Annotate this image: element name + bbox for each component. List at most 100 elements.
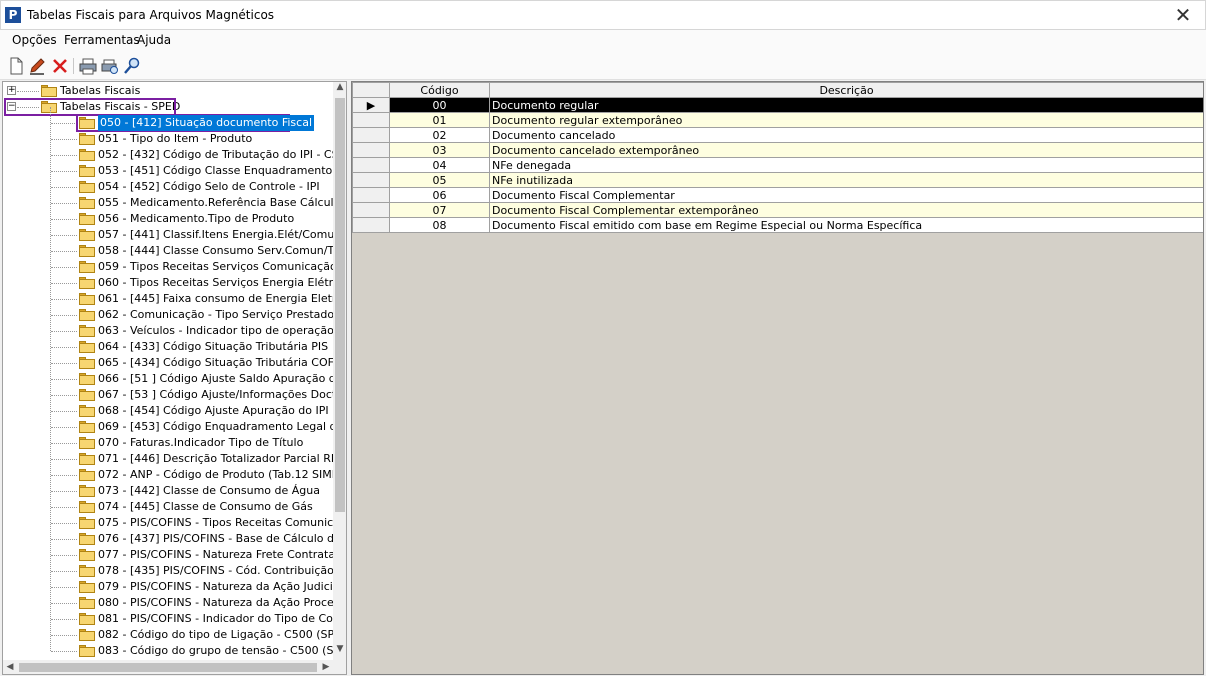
folder-icon <box>79 309 95 321</box>
cell-descricao[interactable]: Documento regular <box>489 97 1203 113</box>
print-preview-icon[interactable] <box>100 57 120 75</box>
folder-icon-body <box>79 247 95 257</box>
tree-item[interactable]: 066 - [51 ] Código Ajuste Saldo Apuração… <box>98 371 333 387</box>
folder-icon-body <box>79 343 95 353</box>
tree-item[interactable]: 074 - [445] Classe de Consumo de Gás <box>98 499 313 515</box>
tree-item[interactable]: 077 - PIS/COFINS - Natureza Frete Contra… <box>98 547 333 563</box>
menu-opcoes[interactable]: Opções <box>12 33 57 47</box>
cell-codigo[interactable]: 06 <box>389 187 490 203</box>
search-icon[interactable] <box>122 57 142 75</box>
tree-item[interactable]: 056 - Medicamento.Tipo de Produto <box>98 211 294 227</box>
tree-connector <box>51 251 77 252</box>
table-row[interactable]: 04 NFe denegada <box>352 157 1203 173</box>
cell-codigo[interactable]: 00 <box>389 97 490 113</box>
scroll-right-icon[interactable]: ▶ <box>319 662 333 672</box>
table-row[interactable]: 06 Documento Fiscal Complementar <box>352 187 1203 203</box>
data-grid[interactable]: Código Descrição ▶ 00 Documento regular 01 D… <box>351 81 1204 675</box>
tree-item[interactable]: 083 - Código do grupo de tensão - C500 (… <box>98 643 333 659</box>
cell-codigo[interactable]: 04 <box>389 157 490 173</box>
tree-item[interactable]: 067 - [53 ] Código Ajuste/Informações Do… <box>98 387 333 403</box>
tree-item[interactable]: 073 - [442] Classe de Consumo de Água <box>98 483 320 499</box>
tree-connector <box>51 427 77 428</box>
tree-connector <box>51 139 77 140</box>
print-icon[interactable] <box>78 57 98 75</box>
tree-item[interactable]: 057 - [441] Classif.Itens Energia.Elét/C… <box>98 227 333 243</box>
tree-view[interactable]: + Tabelas Fiscais − Tabelas Fiscais - SPED 0… <box>2 81 347 675</box>
cell-codigo[interactable]: 05 <box>389 172 490 188</box>
tree-item[interactable]: 075 - PIS/COFINS - Tipos Receitas Comuni… <box>98 515 333 531</box>
cell-descricao[interactable]: Documento cancelado extemporâneo <box>489 142 1203 158</box>
new-icon[interactable] <box>6 57 26 75</box>
cell-codigo[interactable]: 07 <box>389 202 490 218</box>
tree-item[interactable]: 051 - Tipo do Item - Produto <box>98 131 252 147</box>
tree-item[interactable]: 055 - Medicamento.Referência Base Cálcul… <box>98 195 333 211</box>
table-row[interactable]: 05 NFe inutilizada <box>352 172 1203 188</box>
scroll-down-icon[interactable]: ▼ <box>333 644 346 654</box>
tree-item[interactable]: 064 - [433] Código Situação Tributária P… <box>98 339 328 355</box>
scroll-up-icon[interactable]: ▲ <box>333 82 346 92</box>
cell-descricao[interactable]: Documento Fiscal emitido com base em Reg… <box>489 217 1203 233</box>
tree-vertical-thumb[interactable] <box>335 98 345 512</box>
tree-item[interactable]: 068 - [454] Código Ajuste Apuração do IP… <box>98 403 329 419</box>
tree-horizontal-scrollbar[interactable]: ◀ ▶ <box>3 660 333 674</box>
tree-item[interactable]: 060 - Tipos Receitas Serviços Energia El… <box>98 275 333 291</box>
folder-icon <box>79 469 95 481</box>
cell-descricao[interactable]: Documento Fiscal Complementar extemporân… <box>489 202 1203 218</box>
cell-descricao[interactable]: Documento regular extemporâneo <box>489 112 1203 128</box>
tree-root-item[interactable]: Tabelas Fiscais <box>60 83 140 99</box>
cell-descricao[interactable]: Documento Fiscal Complementar <box>489 187 1203 203</box>
cell-descricao[interactable]: Documento cancelado <box>489 127 1203 143</box>
tree-item[interactable]: 062 - Comunicação - Tipo Serviço Prestad… <box>98 307 333 323</box>
tree-item[interactable]: 079 - PIS/COFINS - Natureza da Ação Judi… <box>98 579 333 595</box>
folder-icon <box>79 485 95 497</box>
tree-item[interactable]: 052 - [432] Código de Tributação do IPI … <box>98 147 333 163</box>
tree-item[interactable]: 065 - [434] Código Situação Tributária C… <box>98 355 333 371</box>
tree-item[interactable]: 071 - [446] Descrição Totalizador Parcia… <box>98 451 333 467</box>
tree-item[interactable]: 081 - PIS/COFINS - Indicador do Tipo de … <box>98 611 333 627</box>
tree-item[interactable]: 059 - Tipos Receitas Serviços Comunicaçã… <box>98 259 333 275</box>
tree-item[interactable]: 080 - PIS/COFINS - Natureza da Ação Proc… <box>98 595 333 611</box>
scroll-corner <box>333 660 346 674</box>
table-row[interactable]: ▶ 00 Documento regular <box>352 97 1203 113</box>
scroll-left-icon[interactable]: ◀ <box>3 662 17 672</box>
window-title: Tabelas Fiscais para Arquivos Magnéticos <box>27 8 275 22</box>
tree-item[interactable]: 078 - [435] PIS/COFINS - Cód. Contribuiç… <box>98 563 333 579</box>
tree-item[interactable]: 061 - [445] Faixa consumo de Energia Ele… <box>98 291 333 307</box>
tree-connector <box>51 235 77 236</box>
cell-codigo[interactable]: 08 <box>389 217 490 233</box>
expand-icon[interactable]: + <box>7 86 16 95</box>
folder-icon <box>79 277 95 289</box>
tree-item[interactable]: 076 - [437] PIS/COFINS - Base de Cálculo… <box>98 531 333 547</box>
tree-item[interactable]: 069 - [453] Código Enquadramento Legal d… <box>98 419 333 435</box>
table-row[interactable]: 02 Documento cancelado <box>352 127 1203 143</box>
cell-codigo[interactable]: 01 <box>389 112 490 128</box>
column-header-descricao[interactable]: Descrição <box>489 82 1203 98</box>
tree-item[interactable]: 058 - [444] Classe Consumo Serv.Comun/Te… <box>98 243 333 259</box>
table-row[interactable]: 03 Documento cancelado extemporâneo <box>352 142 1203 158</box>
folder-icon-body <box>79 551 95 561</box>
menu-ajuda[interactable]: Ajuda <box>137 33 171 47</box>
menu-ferramentas[interactable]: Ferramentas <box>64 33 140 47</box>
cell-codigo[interactable]: 02 <box>389 127 490 143</box>
tree-item[interactable]: 070 - Faturas.Indicador Tipo de Título <box>98 435 303 451</box>
table-row[interactable]: 01 Documento regular extemporâneo <box>352 112 1203 128</box>
column-header-codigo[interactable]: Código <box>389 82 490 98</box>
tree-item[interactable]: 063 - Veículos - Indicador tipo de opera… <box>98 323 333 339</box>
row-indicator <box>352 217 390 233</box>
cell-codigo[interactable]: 03 <box>389 142 490 158</box>
table-row[interactable]: 08 Documento Fiscal emitido com base em R… <box>352 217 1203 233</box>
delete-icon[interactable] <box>50 57 70 75</box>
cell-descricao[interactable]: NFe inutilizada <box>489 172 1203 188</box>
folder-icon-body <box>79 487 95 497</box>
tree-item-selected[interactable]: 050 - [412] Situação documento Fiscal <box>98 115 314 131</box>
tree-item[interactable]: 054 - [452] Código Selo de Controle - IP… <box>98 179 320 195</box>
tree-horizontal-thumb[interactable] <box>19 663 317 672</box>
table-row[interactable]: 07 Documento Fiscal Complementar extempor… <box>352 202 1203 218</box>
edit-icon[interactable] <box>28 57 48 75</box>
tree-item[interactable]: 082 - Código do tipo de Ligação - C500 (… <box>98 627 333 643</box>
cell-descricao[interactable]: NFe denegada <box>489 157 1203 173</box>
tree-item[interactable]: 072 - ANP - Código de Produto (Tab.12 SI… <box>98 467 333 483</box>
tree-item[interactable]: 053 - [451] Código Classe Enquadramento … <box>98 163 333 179</box>
tree-vertical-scrollbar[interactable]: ▲ ▼ <box>333 82 346 660</box>
close-icon[interactable]: ✕ <box>1171 4 1195 26</box>
